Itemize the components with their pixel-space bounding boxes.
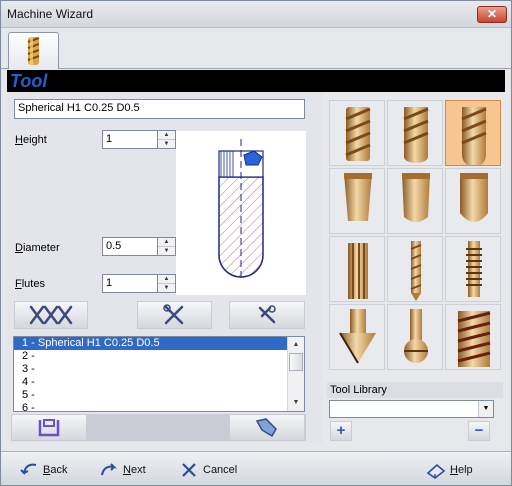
window-title: Machine Wizard xyxy=(7,7,94,21)
minus-icon: − xyxy=(474,422,484,439)
spin-down-icon[interactable]: ▼ xyxy=(158,284,175,293)
chevron-down-icon[interactable]: ▼ xyxy=(478,401,493,417)
scroll-thumb[interactable] xyxy=(289,353,303,371)
tool-type-straight-flute[interactable] xyxy=(329,236,385,302)
wizard-footer: Back Next Cancel Help xyxy=(1,451,511,485)
help-button[interactable]: Help xyxy=(425,460,473,480)
tool-library-label: Tool Library xyxy=(327,382,503,398)
tool-type-ball-cutter[interactable] xyxy=(445,168,501,234)
tool-type-thread-mill[interactable] xyxy=(445,304,501,370)
height-label: Height xyxy=(15,134,47,146)
tool-settings-icon xyxy=(258,305,276,324)
scroll-up-icon[interactable]: ▲ xyxy=(288,337,304,353)
save-tool-button[interactable] xyxy=(11,414,87,441)
tool-list[interactable]: 1 - Spherical H1 C0.25 D0.5 2 - 3 - 4 - … xyxy=(13,336,305,412)
next-button[interactable]: Next xyxy=(98,460,146,480)
height-stepper[interactable]: 1 ▲ ▼ xyxy=(102,130,176,149)
back-arrow-icon xyxy=(20,463,37,476)
diameter-stepper[interactable]: 0.5 ▲ ▼ xyxy=(102,237,176,256)
list-item[interactable]: 6 - xyxy=(14,402,304,411)
back-label: Back xyxy=(43,464,68,476)
flat-cutter-icon xyxy=(344,173,372,221)
section-title: Tool xyxy=(10,71,48,91)
spin-up-icon[interactable]: ▲ xyxy=(158,238,175,247)
machine-wizard-window: Machine Wizard ✕ Tool Spherical H1 C0.25… xyxy=(0,0,512,486)
flat-endmill-icon xyxy=(345,107,371,161)
scroll-down-icon[interactable]: ▼ xyxy=(288,395,304,411)
multiple-tools-icon xyxy=(29,305,73,325)
tool-library-select[interactable]: ▼ xyxy=(329,400,494,418)
cancel-label: Cancel xyxy=(203,464,238,476)
cancel-button[interactable]: Cancel xyxy=(178,460,237,480)
save-disk-icon xyxy=(38,419,60,437)
edit-tool-icon xyxy=(163,304,184,325)
tool-type-keyseat[interactable] xyxy=(387,304,443,370)
remove-library-button[interactable]: − xyxy=(468,421,490,441)
tool-type-bull-cutter[interactable] xyxy=(387,168,443,234)
thread-mill-icon xyxy=(457,311,491,367)
list-item[interactable]: 5 - xyxy=(14,389,304,402)
title-bar: Machine Wizard ✕ xyxy=(1,1,511,28)
ball-endmill-icon xyxy=(403,107,429,163)
height-spin-arrows[interactable]: ▲ ▼ xyxy=(158,130,176,149)
list-item[interactable]: 3 - xyxy=(14,363,304,376)
help-label: Help xyxy=(450,464,473,476)
spin-down-icon[interactable]: ▼ xyxy=(158,140,175,149)
spin-up-icon[interactable]: ▲ xyxy=(158,131,175,140)
tool-type-drill[interactable] xyxy=(387,236,443,302)
open-tool-button[interactable] xyxy=(229,414,305,441)
tool-type-gallery xyxy=(327,98,503,380)
flutes-spin-arrows[interactable]: ▲ ▼ xyxy=(158,274,176,293)
ball-cutter-icon xyxy=(460,173,488,222)
spherical-tool-drawing xyxy=(218,139,264,281)
flutes-input[interactable]: 1 xyxy=(102,274,158,293)
list-item[interactable]: 2 - xyxy=(14,350,304,363)
back-button[interactable]: Back xyxy=(18,460,67,480)
countersink-icon xyxy=(339,309,376,364)
bull-cutter-icon xyxy=(402,173,430,222)
tool-type-spherical[interactable] xyxy=(445,100,501,166)
tool-preview xyxy=(176,131,306,295)
edit-tool-button[interactable] xyxy=(137,301,212,329)
spherical-endmill-icon xyxy=(461,107,487,165)
help-book-icon xyxy=(426,463,446,479)
list-item[interactable]: 1 - Spherical H1 C0.25 D0.5 xyxy=(14,337,304,350)
next-label: Next xyxy=(123,464,146,476)
keyseat-icon xyxy=(404,309,428,363)
tool-settings-button[interactable] xyxy=(229,301,305,329)
list-item[interactable]: 4 - xyxy=(14,376,304,389)
spin-up-icon[interactable]: ▲ xyxy=(158,275,175,284)
diameter-label: Diameter xyxy=(15,242,60,254)
tool-type-flat-cutter[interactable] xyxy=(329,168,385,234)
tool-type-ball-endmill[interactable] xyxy=(387,100,443,166)
cancel-x-icon xyxy=(182,463,196,477)
diameter-input[interactable]: 0.5 xyxy=(102,237,158,256)
multiple-tools-button[interactable] xyxy=(14,301,88,329)
tool-type-countersink[interactable] xyxy=(329,304,385,370)
tool-type-tap[interactable] xyxy=(445,236,501,302)
tool-type-flat-endmill[interactable] xyxy=(329,100,385,166)
tab-strip xyxy=(1,29,511,69)
list-scrollbar[interactable]: ▲ ▼ xyxy=(287,337,304,411)
add-library-button[interactable]: + xyxy=(330,421,352,441)
flutes-label: Flutes xyxy=(15,278,45,290)
height-input[interactable]: 1 xyxy=(102,130,158,149)
tool-name-input[interactable]: Spherical H1 C0.25 D0.5 xyxy=(14,99,305,119)
tab-tool[interactable] xyxy=(8,32,59,69)
diameter-spin-arrows[interactable]: ▲ ▼ xyxy=(158,237,176,256)
flutes-stepper[interactable]: 1 ▲ ▼ xyxy=(102,274,176,293)
straight-flute-icon xyxy=(348,243,368,299)
plus-icon: + xyxy=(336,422,346,439)
next-arrow-icon xyxy=(101,463,118,476)
tap-icon xyxy=(466,241,482,297)
drill-bit-icon xyxy=(27,37,40,65)
section-header: Tool xyxy=(7,70,505,92)
open-folder-icon xyxy=(255,418,277,438)
spin-down-icon[interactable]: ▼ xyxy=(158,247,175,256)
drill-icon xyxy=(410,241,422,301)
close-button[interactable]: ✕ xyxy=(477,6,507,23)
